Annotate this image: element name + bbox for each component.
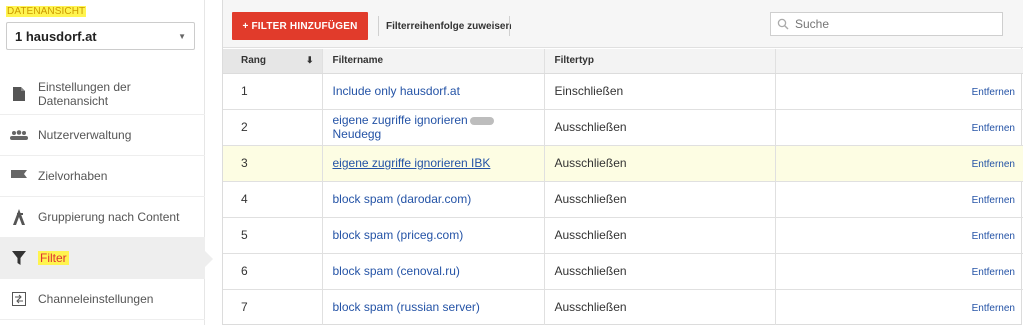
toolbar-divider [378, 16, 379, 36]
column-header-rank[interactable]: Rang ⬇ [223, 49, 323, 74]
redacted-mark [469, 116, 494, 125]
filter-name-link[interactable]: eigene zugriffe ignorieren IBK [333, 156, 491, 170]
view-selector[interactable]: 1 hausdorf.at ▼ [6, 22, 195, 50]
filter-name-cell: block spam (cenoval.ru) [322, 253, 545, 290]
filter-table: Rang ⬇ Filtername Filtertyp 1 Include onl… [223, 49, 1023, 325]
filter-type-cell: Ausschließen [544, 253, 776, 290]
action-cell: Entfernen [775, 289, 1023, 325]
filter-name-cell: block spam (darodar.com) [322, 181, 545, 218]
sidebar-item-filter[interactable]: Filter [0, 238, 213, 279]
table-row: 6 block spam (cenoval.ru) Ausschließen E… [223, 253, 1023, 290]
remove-link[interactable]: Entfernen [972, 231, 1015, 242]
rank-cell: 1 [223, 73, 323, 110]
sidebar-item-label: Nutzerverwaltung [38, 128, 132, 142]
filter-type-cell: Einschließen [544, 73, 776, 110]
column-header-action [775, 49, 1023, 74]
table-row: 4 block spam (darodar.com) Ausschließen … [223, 181, 1023, 218]
search-input[interactable] [795, 17, 995, 31]
sidebar: DATENANSICHT 1 hausdorf.at ▼ Einstellung… [0, 0, 213, 325]
remove-link[interactable]: Entfernen [972, 123, 1015, 134]
search-box[interactable] [770, 12, 1003, 36]
sidebar-item-label: Zielvorhaben [38, 169, 108, 183]
filter-type-cell: Ausschließen [544, 289, 776, 325]
filter-name-link[interactable]: block spam (darodar.com) [333, 192, 472, 206]
filter-name-cell: eigene zugriffe ignorieren IBK [322, 145, 545, 182]
add-filter-button[interactable]: + FILTER HINZUFÜGEN [232, 12, 368, 40]
sidebar-item-label: Einstellungen der Datenansicht [38, 79, 131, 108]
assign-filter-order-button[interactable]: Filterreihenfolge zuweisen [386, 12, 512, 40]
table-row: 1 Include only hausdorf.at Einschließen … [223, 73, 1023, 110]
remove-link[interactable]: Entfernen [972, 303, 1015, 314]
remove-link[interactable]: Entfernen [972, 267, 1015, 278]
column-header-type[interactable]: Filtertyp [544, 49, 776, 74]
sidebar-item-channel-settings[interactable]: Channeleinstellungen [0, 279, 205, 320]
sidebar-item-label: Channeleinstellungen [38, 292, 154, 306]
rank-cell: 2 [223, 109, 323, 146]
rank-cell: 6 [223, 253, 323, 290]
sidebar-item-content-grouping[interactable]: Gruppierung nach Content [0, 197, 205, 238]
column-header-rank-label: Rang [241, 55, 266, 67]
users-icon [0, 130, 38, 140]
sidebar-item-user-management[interactable]: Nutzerverwaltung [0, 115, 205, 156]
filter-name-line2: Neudegg [332, 127, 382, 141]
rank-cell: 4 [223, 181, 323, 218]
sidebar-item-view-settings[interactable]: Einstellungen der Datenansicht [0, 73, 205, 115]
rank-cell: 5 [223, 217, 323, 254]
filter-name-link[interactable]: eigene zugriffe ignorieren Neudegg [333, 113, 494, 141]
toolbar: + FILTER HINZUFÜGEN Filterreihenfolge zu… [223, 0, 1023, 48]
sort-down-icon: ⬇ [305, 55, 314, 66]
remove-link[interactable]: Entfernen [972, 195, 1015, 206]
filter-name-cell: block spam (priceg.com) [322, 217, 545, 254]
filter-name-cell: eigene zugriffe ignorieren Neudegg [322, 109, 545, 146]
chevron-down-icon: ▼ [178, 31, 186, 41]
flag-icon [0, 170, 38, 182]
filter-name-cell: block spam (russian server) [322, 289, 545, 325]
filter-type-cell: Ausschließen [544, 109, 776, 146]
filter-type-cell: Ausschließen [544, 145, 776, 182]
filter-name-line1: eigene zugriffe ignorieren [332, 113, 468, 127]
action-cell: Entfernen [775, 73, 1023, 110]
table-row: 2 eigene zugriffe ignorieren Neudegg Auss… [223, 109, 1023, 146]
filter-type-cell: Ausschließen [544, 217, 776, 254]
action-cell: Entfernen [775, 181, 1023, 218]
table-header-row: Rang ⬇ Filtername Filtertyp [223, 49, 1023, 74]
filter-name-cell: Include only hausdorf.at [322, 73, 545, 110]
filter-name-link[interactable]: block spam (russian server) [333, 300, 480, 314]
action-cell: Entfernen [775, 217, 1023, 254]
page: DATENANSICHT 1 hausdorf.at ▼ Einstellung… [0, 0, 1024, 325]
remove-link[interactable]: Entfernen [972, 87, 1015, 98]
table-row: 5 block spam (priceg.com) Ausschließen E… [223, 217, 1023, 254]
filter-name-link[interactable]: block spam (cenoval.ru) [333, 264, 460, 278]
column-header-name[interactable]: Filtername [322, 49, 545, 74]
view-selector-value: 1 hausdorf.at [15, 28, 97, 44]
remove-link[interactable]: Entfernen [972, 159, 1015, 170]
table-row: 3 eigene zugriffe ignorieren IBK Ausschl… [223, 145, 1023, 182]
search-icon [777, 17, 791, 31]
person-walk-icon [0, 209, 38, 225]
sidebar-item-label: Gruppierung nach Content [38, 210, 180, 224]
active-indicator [205, 251, 213, 267]
sidebar-nav: Einstellungen der Datenansicht Nutzerver… [0, 73, 213, 320]
action-cell: Entfernen [775, 109, 1023, 146]
channel-settings-icon [0, 292, 38, 306]
funnel-icon [0, 251, 38, 265]
document-icon [0, 86, 38, 101]
sidebar-item-goals[interactable]: Zielvorhaben [0, 156, 205, 197]
sidebar-item-label: Filter [38, 251, 69, 265]
rank-cell: 3 [223, 145, 323, 182]
filter-type-cell: Ausschließen [544, 181, 776, 218]
view-section-label: DATENANSICHT [6, 6, 87, 17]
toolbar-divider [509, 16, 510, 36]
action-cell: Entfernen [775, 145, 1023, 182]
table-row: 7 block spam (russian server) Ausschließ… [223, 289, 1023, 325]
rank-cell: 7 [223, 289, 323, 325]
filter-name-link[interactable]: Include only hausdorf.at [333, 84, 460, 98]
filter-panel: + FILTER HINZUFÜGEN Filterreihenfolge zu… [222, 0, 1023, 325]
filter-name-link[interactable]: block spam (priceg.com) [333, 228, 464, 242]
action-cell: Entfernen [775, 253, 1023, 290]
